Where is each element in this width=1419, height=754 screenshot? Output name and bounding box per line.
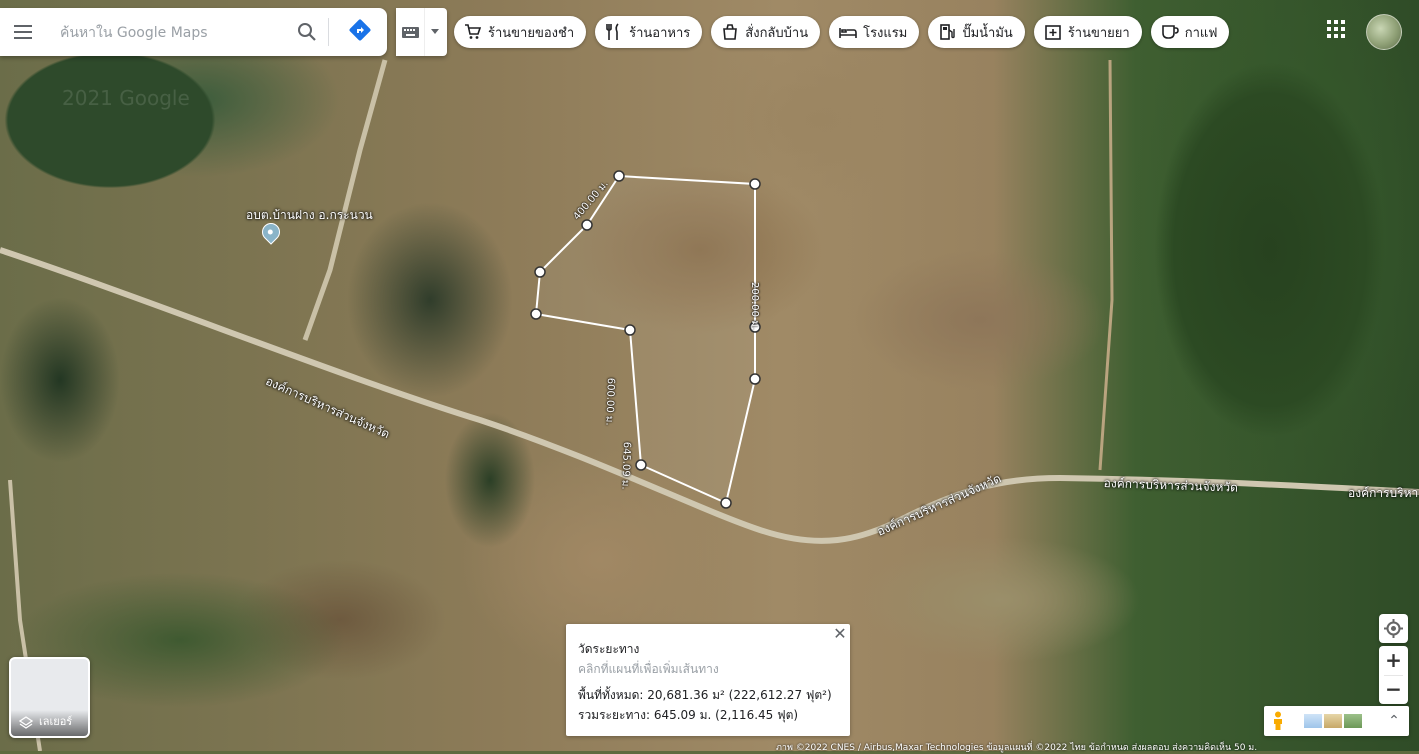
dirt-track bbox=[1098, 59, 1114, 471]
chip-label: ร้านอาหาร bbox=[629, 25, 691, 41]
crosshair-icon bbox=[1384, 619, 1403, 638]
zoom-out-button[interactable]: − bbox=[1379, 675, 1408, 704]
keyboard-button[interactable] bbox=[396, 8, 447, 56]
segment-length-label: 645.09 ม. bbox=[619, 441, 633, 490]
chip-grocery[interactable]: ร้านขายของชำ bbox=[454, 16, 587, 48]
total-area: พื้นที่ทั้งหมด: 20,681.36 ม² (222,612.27… bbox=[578, 688, 832, 702]
measure-vertex bbox=[530, 308, 542, 320]
chip-label: ร้านขายของชำ bbox=[488, 25, 575, 41]
map-footer[interactable]: ภาพ ©2022 CNES / Airbus,Maxar Technologi… bbox=[776, 740, 1257, 753]
measure-vertex bbox=[581, 219, 593, 231]
measure-title: วัดระยะทาง bbox=[578, 642, 640, 656]
menu-button[interactable] bbox=[8, 20, 38, 44]
measure-hint: คลิกที่แผนที่เพื่อเพิ่มเส้นทาง bbox=[578, 662, 719, 676]
chip-label: กาแฟ bbox=[1184, 25, 1218, 41]
pegman-icon[interactable] bbox=[1270, 711, 1286, 731]
category-chips: ร้านขายของชำ ร้านอาหาร สั่งกลับบ้าน โรงแ… bbox=[454, 16, 1238, 48]
fork-knife-icon bbox=[606, 23, 619, 40]
segment-length-label: 600.00 ม. bbox=[603, 377, 617, 426]
search-box bbox=[0, 8, 387, 56]
search-divider bbox=[328, 18, 329, 46]
search-input[interactable] bbox=[58, 20, 290, 46]
layers-label: เลเยอร์ bbox=[39, 715, 73, 728]
measure-vertex bbox=[635, 459, 647, 471]
keyboard-icon bbox=[402, 27, 419, 38]
chip-takeout[interactable]: สั่งกลับบ้าน bbox=[711, 16, 821, 48]
dropdown-arrow-icon bbox=[431, 29, 439, 34]
imagery-thumbnail[interactable] bbox=[1304, 714, 1322, 728]
chip-restaurants[interactable]: ร้านอาหาร bbox=[595, 16, 703, 48]
measure-vertex bbox=[749, 178, 761, 190]
chip-hotels[interactable]: โรงแรม bbox=[829, 16, 920, 48]
gas-pump-icon bbox=[940, 24, 956, 40]
measure-vertex bbox=[720, 497, 732, 509]
total-distance: รวมระยะทาง: 645.09 ม. (2,116.45 ฟุต) bbox=[578, 708, 799, 722]
cart-icon bbox=[465, 24, 482, 39]
measure-vertex bbox=[613, 170, 625, 182]
chip-label: ปั๊มน้ำมัน bbox=[962, 25, 1013, 41]
road-label: องค์การบริหาร bbox=[1348, 486, 1419, 500]
my-location-button[interactable] bbox=[1379, 614, 1408, 643]
takeout-icon bbox=[723, 24, 738, 40]
zoom-in-button[interactable]: + bbox=[1379, 646, 1408, 675]
bed-icon bbox=[839, 28, 857, 38]
chip-gas[interactable]: ปั๊มน้ำมัน bbox=[928, 16, 1025, 48]
measure-vertex bbox=[624, 324, 636, 336]
measure-distance-card: วัดระยะทาง คลิกที่แผนที่เพื่อเพิ่มเส้นทา… bbox=[566, 624, 850, 736]
chip-label: สั่งกลับบ้าน bbox=[745, 25, 809, 41]
imagery-toolbar: ⌃ bbox=[1264, 706, 1409, 736]
chip-label: ร้านขายยา bbox=[1067, 25, 1130, 41]
account-avatar[interactable] bbox=[1366, 14, 1402, 50]
side-road bbox=[302, 59, 388, 341]
layers-icon bbox=[19, 716, 33, 729]
satellite-thumbnail[interactable] bbox=[1344, 714, 1362, 728]
apps-grid-icon[interactable] bbox=[1325, 18, 1351, 44]
directions-icon[interactable] bbox=[342, 18, 378, 46]
close-icon[interactable]: ✕ bbox=[832, 626, 848, 642]
chip-pharmacy[interactable]: ร้านขายยา bbox=[1033, 16, 1142, 48]
coffee-icon bbox=[1161, 25, 1179, 39]
layers-button[interactable]: เลเยอร์ bbox=[9, 657, 90, 738]
pharmacy-icon bbox=[1045, 25, 1061, 40]
measure-vertex bbox=[534, 266, 546, 278]
terrain-thumbnail[interactable] bbox=[1324, 714, 1342, 728]
expand-chevron-icon[interactable]: ⌃ bbox=[1384, 710, 1404, 732]
chip-label: โรงแรม bbox=[863, 25, 908, 41]
chip-coffee[interactable]: กาแฟ bbox=[1150, 16, 1230, 48]
search-icon[interactable] bbox=[294, 20, 320, 44]
zoom-controls: + − bbox=[1379, 646, 1408, 704]
place-label[interactable]: อบต.บ้านฝาง อ.กระนวน bbox=[246, 206, 373, 225]
measure-vertex bbox=[749, 373, 761, 385]
segment-length-label: 200.00 ม. bbox=[749, 282, 760, 330]
